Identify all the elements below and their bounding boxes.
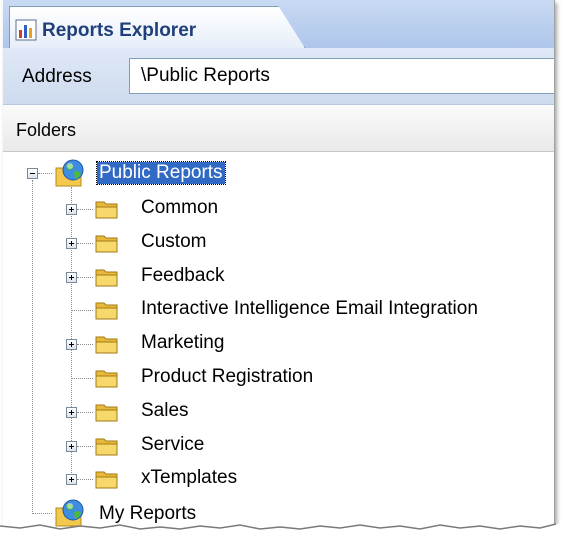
tree-connector	[71, 378, 93, 379]
folder-icon	[95, 471, 118, 489]
address-input[interactable]	[129, 58, 554, 94]
folder-icon	[95, 370, 118, 388]
tree-connector	[77, 243, 93, 244]
reports-explorer-window: Reports Explorer Address Folders CommonC…	[3, 0, 555, 531]
tree-connector	[38, 173, 52, 174]
folder-icon	[95, 336, 118, 354]
tree-item-folder[interactable]: Marketing	[141, 332, 224, 354]
tree-connector	[32, 180, 33, 512]
folder-icon	[95, 438, 118, 456]
folder-tree: Common Custom Feedback Interactive Intellig…	[3, 152, 554, 530]
folder-icon	[95, 269, 118, 287]
folders-header: Folders	[3, 105, 554, 152]
globe-folder-icon	[55, 159, 84, 187]
expand-toggle[interactable]	[66, 339, 77, 350]
torn-edge	[0, 522, 566, 538]
tree-item-folder[interactable]: Sales	[141, 400, 189, 422]
root-collapse-toggle[interactable]	[27, 168, 38, 179]
expand-toggle[interactable]	[66, 441, 77, 452]
tree-item-folder[interactable]: Interactive Intelligence Email Integrati…	[141, 298, 478, 320]
tab-title: Reports Explorer	[42, 20, 197, 41]
tab-strip: Reports Explorer	[3, 0, 554, 48]
tree-item-folder[interactable]: Service	[141, 434, 204, 456]
expand-toggle[interactable]	[66, 407, 77, 418]
expand-toggle[interactable]	[66, 474, 77, 485]
tree-connector	[77, 412, 93, 413]
address-bar: Address	[3, 48, 554, 105]
tree-connector	[77, 209, 93, 210]
tree-item-folder[interactable]: Feedback	[141, 265, 224, 287]
folders-label: Folders	[16, 120, 77, 140]
tree-item-folder[interactable]: xTemplates	[141, 467, 237, 489]
expand-toggle[interactable]	[66, 272, 77, 283]
expand-toggle[interactable]	[66, 204, 77, 215]
folder-icon	[95, 201, 118, 219]
address-label: Address	[22, 66, 92, 87]
tree-item-public-reports[interactable]: Public Reports	[96, 161, 226, 185]
tree-connector	[77, 344, 93, 345]
tree-connector	[32, 513, 52, 514]
tree-connector	[77, 277, 93, 278]
tree-connector	[77, 479, 93, 480]
tree-connector	[71, 310, 93, 311]
tree-item-folder[interactable]: Custom	[141, 231, 206, 253]
reports-chart-icon	[15, 19, 37, 41]
tree-item-folder[interactable]: Product Registration	[141, 366, 313, 388]
expand-toggle[interactable]	[66, 238, 77, 249]
tree-connector	[71, 187, 72, 483]
folder-icon	[95, 302, 118, 320]
folder-icon	[95, 404, 118, 422]
tab-reports-explorer[interactable]: Reports Explorer	[9, 6, 305, 48]
tree-connector	[77, 446, 93, 447]
tree-item-folder[interactable]: Common	[141, 197, 218, 219]
folder-icon	[95, 235, 118, 253]
